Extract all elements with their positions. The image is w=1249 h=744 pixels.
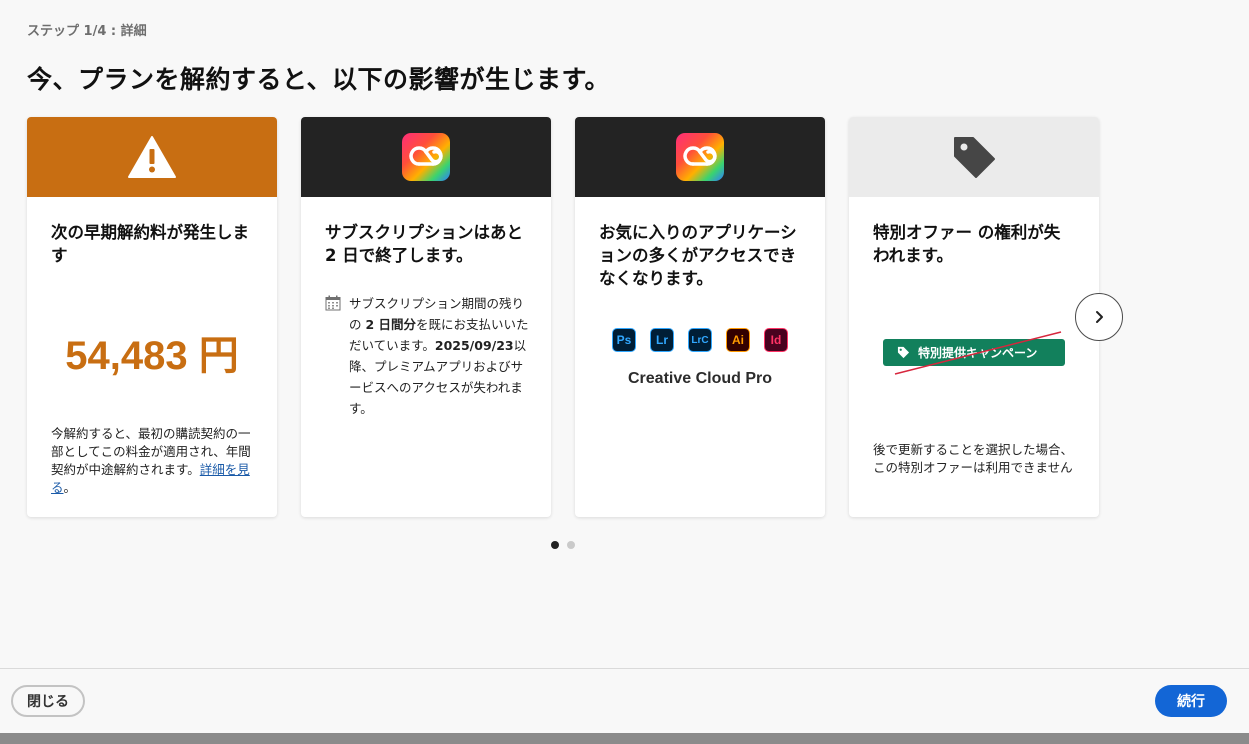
- card-heading: お気に入りのアプリケーションの多くがアクセスできなくなります。: [599, 223, 797, 288]
- special-offer-label: 特別提供キャンペーン: [918, 346, 1038, 360]
- fee-note: 今解約すると、最初の購読契約の一部としてこの料金が適用され、年間契約が中途解約さ…: [51, 426, 251, 495]
- app-icon-ai: Ai: [726, 328, 750, 352]
- card-header: [575, 117, 825, 197]
- subscription-detail: サブスクリプション期間の残りの 2 日間分を既にお支払いいただいています。202…: [325, 293, 533, 419]
- offer-note: 後で更新することを選択した場合、この特別オファーは利用できません: [873, 442, 1074, 475]
- warning-icon: [128, 136, 176, 178]
- subscription-end-card: サブスクリプションはあと 2 日で終了します。 サブスクリプション期間の残りの …: [301, 117, 551, 517]
- card-heading: サブスクリプションはあと 2 日で終了します。: [325, 223, 523, 265]
- app-icon-ps: Ps: [612, 328, 636, 352]
- pagination-dot[interactable]: [551, 541, 559, 549]
- app-icon-lrc: LrC: [688, 328, 712, 352]
- product-name: Creative Cloud Pro: [627, 370, 773, 387]
- page-title: 今、プランを解約すると、以下の影響が生じます。: [27, 65, 611, 94]
- card-header: [849, 117, 1099, 197]
- close-button[interactable]: 閉じる: [11, 685, 85, 717]
- continue-button[interactable]: 続行: [1155, 685, 1227, 717]
- special-offer-card: 特別オファー の権利が失われます。 特別提供キャンペーン 後で更新することを選択…: [849, 117, 1099, 517]
- bottom-bar: [0, 733, 1249, 744]
- app-icon-lr: Lr: [650, 328, 674, 352]
- chevron-right-icon: [1096, 311, 1103, 323]
- app-icon-row: Ps Lr LrC Ai Id: [575, 328, 825, 352]
- calendar-icon: [325, 295, 341, 311]
- creative-cloud-icon: [402, 133, 450, 181]
- card-header: [301, 117, 551, 197]
- next-card-button[interactable]: [1075, 293, 1123, 341]
- fee-amount: 54,483 円: [65, 334, 239, 378]
- app-icon-id: Id: [764, 328, 788, 352]
- subscription-detail-text: サブスクリプション期間の残りの 2 日間分を既にお支払いいただいています。202…: [349, 296, 529, 416]
- footer-divider: [0, 668, 1249, 669]
- tag-icon: [897, 346, 910, 359]
- tag-icon: [954, 137, 995, 178]
- early-termination-fee-card: 次の早期解約料が発生します 54,483 円 今解約すると、最初の購読契約の一部…: [27, 117, 277, 517]
- card-heading: 次の早期解約料が発生します: [51, 223, 249, 265]
- pagination-dots: [551, 541, 575, 549]
- card-heading: 特別オファー の権利が失われます。: [873, 223, 1061, 265]
- pagination-dot[interactable]: [567, 541, 575, 549]
- creative-cloud-icon: [676, 133, 724, 181]
- step-label: ステップ 1/4 : 詳細: [27, 24, 147, 39]
- card-header: [27, 117, 277, 197]
- apps-access-card: お気に入りのアプリケーションの多くがアクセスできなくなります。 Ps Lr LrC A…: [575, 117, 825, 517]
- special-offer-pill: 特別提供キャンペーン: [883, 339, 1065, 366]
